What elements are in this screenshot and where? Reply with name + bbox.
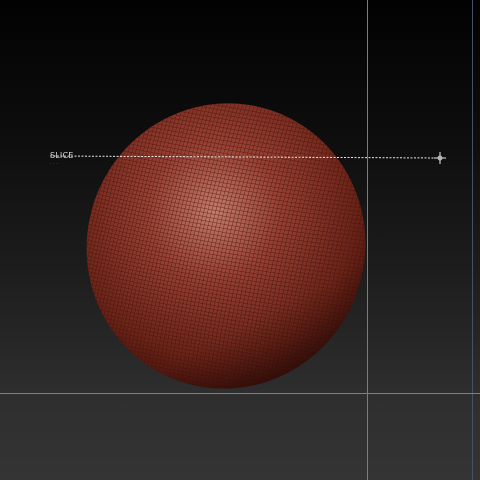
slice-label: SLICE [50,151,74,160]
viewport-canvas[interactable]: SLICE · · · [0,0,480,480]
slice-curve[interactable] [0,0,480,480]
slice-handle-icon[interactable] [434,152,446,164]
slice-sublabel: · · · [50,161,58,167]
